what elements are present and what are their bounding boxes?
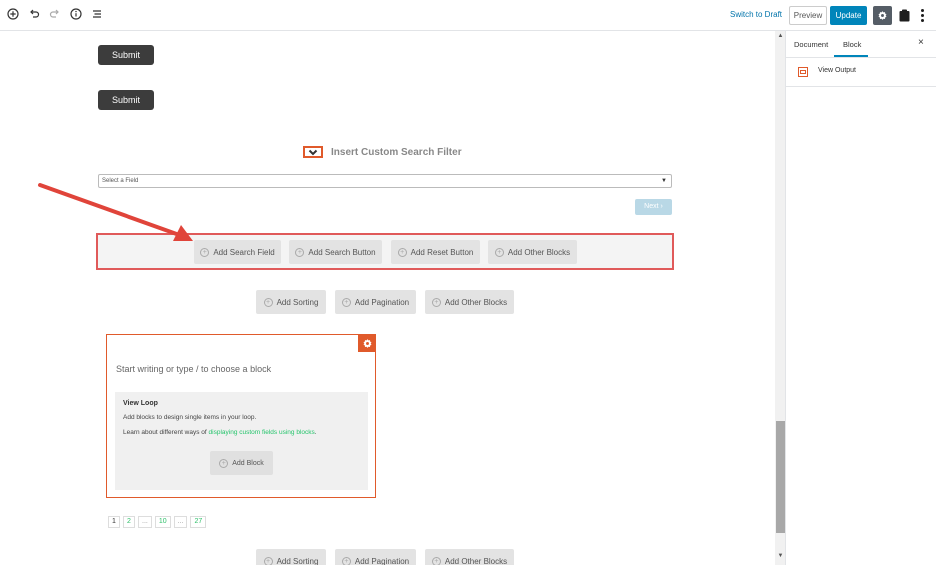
search-filter-header: Insert Custom Search Filter <box>303 146 462 158</box>
add-reset-button-button[interactable]: + Add Reset Button <box>391 240 480 264</box>
button-label: Add Search Field <box>213 247 275 257</box>
scroll-down-icon[interactable]: ▼ <box>775 553 786 563</box>
page-ellipsis: ... <box>173 516 188 528</box>
learn-suffix: . <box>314 429 317 436</box>
button-label: Add Sorting <box>276 297 319 307</box>
toolbar-left-group <box>6 7 103 20</box>
scrollbar-thumb[interactable] <box>776 421 785 533</box>
view-loop-panel: View Loop Add blocks to design single it… <box>115 392 368 490</box>
tab-document[interactable]: Document <box>794 40 828 49</box>
add-sorting-button[interactable]: + Add Sorting <box>256 549 326 565</box>
plugin-button[interactable] <box>898 8 911 22</box>
info-icon[interactable] <box>69 7 82 20</box>
add-other-blocks-button[interactable]: + Add Other Blocks <box>425 549 514 565</box>
add-search-button-button[interactable]: + Add Search Button <box>289 240 382 264</box>
filter-title: Insert Custom Search Filter <box>331 146 462 158</box>
add-block-button[interactable]: + Add Block <box>210 451 273 475</box>
custom-fields-link[interactable]: displaying custom fields using blocks <box>209 429 315 436</box>
button-label: Add Pagination <box>354 556 410 565</box>
submit-button[interactable]: Submit <box>98 90 154 110</box>
add-other-blocks-button[interactable]: + Add Other Blocks <box>488 240 577 264</box>
next-button-label: Next <box>644 203 659 210</box>
editor-window: Switch to Draft Preview Update Submit Su… <box>0 0 936 565</box>
button-label: Add Sorting <box>276 556 319 565</box>
view-loop-block[interactable]: Start writing or type / to choose a bloc… <box>106 334 376 498</box>
block-card: View Output <box>786 58 936 87</box>
view-loop-learn-text: Learn about different ways of displaying… <box>123 429 317 436</box>
button-label: Add Other Blocks <box>444 556 508 565</box>
view-output-block-icon <box>798 67 808 77</box>
settings-sidebar: Document Block × View Output <box>786 31 936 565</box>
close-icon[interactable]: × <box>918 37 924 48</box>
block-navigation-icon[interactable] <box>90 7 103 20</box>
view-loop-description: Add blocks to design single items in you… <box>123 414 257 421</box>
plus-circle-icon: + <box>341 556 351 565</box>
editor-scrollbar[interactable]: ▲ ▼ <box>775 31 786 565</box>
plus-circle-icon: + <box>494 247 504 257</box>
plus-circle-icon: + <box>431 556 441 565</box>
clipboard-icon <box>899 9 910 21</box>
add-search-field-button[interactable]: + Add Search Field <box>194 240 281 264</box>
button-label: Add Reset Button <box>410 247 474 257</box>
scroll-up-icon[interactable]: ▲ <box>775 33 786 43</box>
button-label: Add Block <box>232 459 264 467</box>
undo-icon[interactable] <box>27 7 40 20</box>
kebab-dot-icon <box>920 14 924 17</box>
sidebar-tabs: Document Block × <box>786 31 936 58</box>
view-loop-title: View Loop <box>123 400 158 407</box>
plus-circle-icon: + <box>263 556 273 565</box>
add-other-blocks-button[interactable]: + Add Other Blocks <box>425 290 514 314</box>
submit-button[interactable]: Submit <box>98 45 154 65</box>
button-label: Add Other Blocks <box>507 247 571 257</box>
next-button[interactable]: Next › <box>635 199 672 215</box>
collapse-toggle[interactable] <box>303 146 323 158</box>
kebab-dot-icon <box>920 9 924 12</box>
plus-circle-icon: + <box>431 297 441 307</box>
page-link[interactable]: 27 <box>190 516 207 528</box>
switch-to-draft-link[interactable]: Switch to Draft <box>730 10 782 19</box>
top-toolbar: Switch to Draft Preview Update <box>0 0 936 31</box>
page-link[interactable]: 10 <box>154 516 171 528</box>
plus-circle-icon: + <box>341 297 351 307</box>
add-sorting-button[interactable]: + Add Sorting <box>256 290 326 314</box>
dropdown-arrow-icon: ▼ <box>661 178 667 184</box>
block-placeholder[interactable]: Start writing or type / to choose a bloc… <box>116 364 271 374</box>
add-pagination-button[interactable]: + Add Pagination <box>335 290 416 314</box>
plus-circle-icon: + <box>295 247 305 257</box>
add-pagination-button[interactable]: + Add Pagination <box>335 549 416 565</box>
button-label: Add Search Button <box>308 247 376 257</box>
add-block-icon[interactable] <box>6 7 19 20</box>
plus-circle-icon: + <box>219 458 229 468</box>
block-name: View Output <box>818 67 857 74</box>
redo-icon[interactable] <box>48 7 61 20</box>
gear-icon <box>878 11 887 20</box>
active-tab-indicator <box>834 55 868 57</box>
page-link[interactable]: 1 <box>108 516 120 528</box>
chevron-right-icon: › <box>660 203 663 210</box>
learn-prefix: Learn about different ways of <box>123 429 209 436</box>
chevron-down-icon <box>308 149 318 155</box>
more-menu-button[interactable] <box>917 6 927 25</box>
editor-canvas: Submit Submit Insert Custom Search Filte… <box>0 31 775 565</box>
kebab-dot-icon <box>920 19 924 22</box>
plus-circle-icon: + <box>263 297 273 307</box>
preview-button[interactable]: Preview <box>789 6 827 25</box>
plus-circle-icon: + <box>397 247 407 257</box>
page-ellipsis: ... <box>138 516 152 528</box>
settings-button[interactable] <box>873 6 892 25</box>
pagination: 1 2 ... 10 ... 27 <box>108 516 207 528</box>
page-link[interactable]: 2 <box>123 516 135 528</box>
button-label: Add Other Blocks <box>444 297 508 307</box>
tab-block[interactable]: Block <box>843 40 861 49</box>
button-label: Add Pagination <box>354 297 410 307</box>
annotation-arrow-icon <box>38 183 193 241</box>
gear-icon <box>362 338 372 348</box>
update-button[interactable]: Update <box>830 6 867 25</box>
loop-settings-button[interactable] <box>358 334 376 352</box>
